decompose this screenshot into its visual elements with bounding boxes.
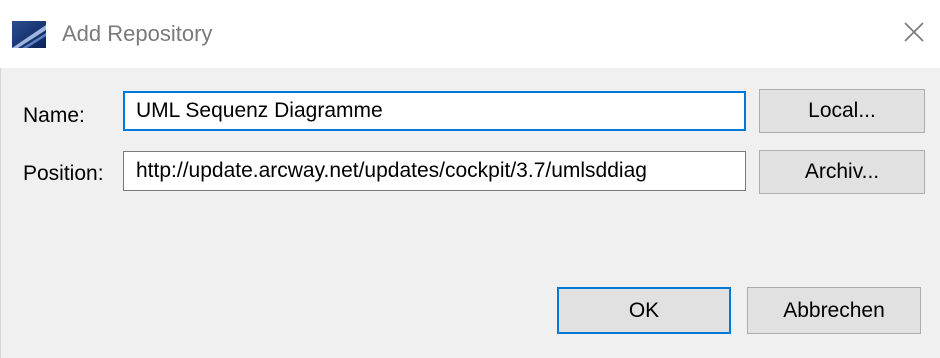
cancel-button[interactable]: Abbrechen xyxy=(747,287,921,334)
close-button[interactable] xyxy=(894,16,934,52)
title-bar[interactable]: Add Repository xyxy=(0,0,940,68)
app-window-icon xyxy=(12,21,46,48)
name-field[interactable] xyxy=(123,91,746,131)
window-title: Add Repository xyxy=(62,21,213,46)
name-label: Name: xyxy=(23,104,85,127)
close-icon xyxy=(903,21,925,48)
ok-button[interactable]: OK xyxy=(557,287,731,334)
position-label: Position: xyxy=(23,162,104,185)
dialog-content: Name: Local... Position: Archiv... OK Ab… xyxy=(0,68,940,358)
position-field[interactable] xyxy=(123,151,746,191)
add-repository-dialog: Add Repository Name: Local... Position: … xyxy=(0,0,940,358)
local-button[interactable]: Local... xyxy=(759,89,925,133)
archive-button[interactable]: Archiv... xyxy=(759,150,925,194)
